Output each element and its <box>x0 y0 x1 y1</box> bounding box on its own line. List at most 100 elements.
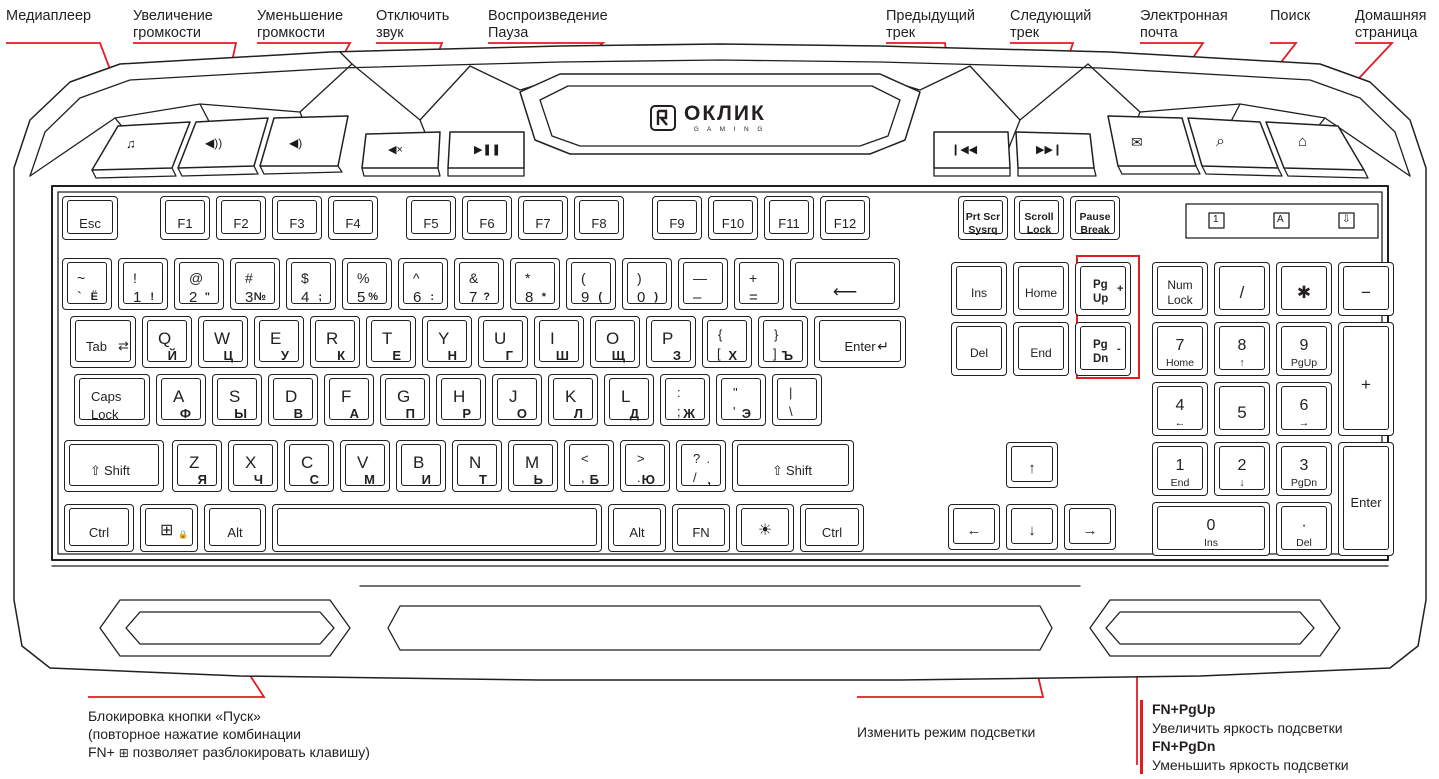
key-punct11[interactable]: | \ <box>772 374 822 426</box>
key-nav-del[interactable]: Del <box>951 322 1007 376</box>
key-o[interactable]: OЩ <box>590 316 640 368</box>
key-l[interactable]: LД <box>604 374 654 426</box>
key-f6[interactable]: F6 <box>462 196 512 240</box>
key-numpad-4[interactable]: 4 ← <box>1152 382 1208 436</box>
key-numpad-8[interactable]: 8 ↑ <box>1214 322 1270 376</box>
key-numpad-num[interactable]: Num Lock <box>1152 262 1208 316</box>
key-m[interactable]: MЬ <box>508 440 558 492</box>
key-shift-left[interactable]: ⇧ Shift <box>64 440 164 492</box>
key-numpad-3[interactable]: 3 PgDn <box>1276 442 1332 496</box>
key-i[interactable]: IШ <box>534 316 584 368</box>
key-arrow-left[interactable]: ← <box>948 504 1000 550</box>
key-s[interactable]: SЫ <box>212 374 262 426</box>
key-shift-right[interactable]: ⇧ Shift <box>732 440 854 492</box>
key-f8[interactable]: F8 <box>574 196 624 240</box>
key-f5[interactable]: F5 <box>406 196 456 240</box>
key-f12[interactable]: F12 <box>820 196 870 240</box>
key-nav-ins[interactable]: Ins <box>951 262 1007 316</box>
key-num-1[interactable]: ! 1! <box>118 258 168 310</box>
key-nav-pgup[interactable]: Pg Up + <box>1075 262 1131 316</box>
key-numpad-np3[interactable]: − <box>1338 262 1394 316</box>
key-arrow-right[interactable]: → <box>1064 504 1116 550</box>
key-numpad-np16[interactable]: · Del <box>1276 502 1332 556</box>
key-k[interactable]: KЛ <box>548 374 598 426</box>
key-ctrl-left[interactable]: Ctrl <box>64 504 134 552</box>
key-num-8[interactable]: * 8 * <box>510 258 560 310</box>
key-num-0[interactable]: ~ ` Ё <box>62 258 112 310</box>
key-f11[interactable]: F11 <box>764 196 814 240</box>
key-f[interactable]: FА <box>324 374 374 426</box>
key-tab[interactable]: Tab ⇄ <box>70 316 136 368</box>
key-numpad-7[interactable]: 7 Home <box>1152 322 1208 376</box>
key-d[interactable]: DВ <box>268 374 318 426</box>
key-arrow-up[interactable]: ↑ <box>1006 442 1058 488</box>
key-q[interactable]: QЙ <box>142 316 192 368</box>
key-f4[interactable]: F4 <box>328 196 378 240</box>
key-u[interactable]: UГ <box>478 316 528 368</box>
key-num-12[interactable]: + = <box>734 258 784 310</box>
key-nav-home[interactable]: Home <box>1013 262 1069 316</box>
key-w[interactable]: WЦ <box>198 316 248 368</box>
key-alt-right[interactable]: Alt <box>608 504 666 552</box>
key-p[interactable]: PЗ <box>646 316 696 368</box>
key-num-6[interactable]: ^ 6: <box>398 258 448 310</box>
key-punct-z9[interactable]: ? /., <box>676 440 726 492</box>
key-scroll[interactable]: Scroll Lock <box>1014 196 1064 240</box>
key-num-5[interactable]: % 5% <box>342 258 392 310</box>
key-ctrl-right[interactable]: Ctrl <box>800 504 864 552</box>
key-numpad-5[interactable]: 5 <box>1214 382 1270 436</box>
key-num-10[interactable]: ) 0) <box>622 258 672 310</box>
key-f9[interactable]: F9 <box>652 196 702 240</box>
key-num-7[interactable]: & 7? <box>454 258 504 310</box>
key-b[interactable]: BИ <box>396 440 446 492</box>
key-punct9[interactable]: :; Ж <box>660 374 710 426</box>
key-win-key[interactable]: ⊞ 🔒 <box>140 504 198 552</box>
key-f7[interactable]: F7 <box>518 196 568 240</box>
key-backlight-key[interactable]: ☀ <box>736 504 794 552</box>
key-esc[interactable]: Esc <box>62 196 118 240</box>
key-x[interactable]: XЧ <box>228 440 278 492</box>
key-f1[interactable]: F1 <box>160 196 210 240</box>
key-bracket11[interactable]: }] Ъ <box>758 316 808 368</box>
key-numpad-0[interactable]: 0 Ins <box>1152 502 1270 556</box>
key-g[interactable]: GП <box>380 374 430 426</box>
key-y[interactable]: YН <box>422 316 472 368</box>
key-r[interactable]: RК <box>310 316 360 368</box>
key-z[interactable]: ZЯ <box>172 440 222 492</box>
key-e[interactable]: EУ <box>254 316 304 368</box>
key-nav-end[interactable]: End <box>1013 322 1069 376</box>
key-arrow-down[interactable]: ↓ <box>1006 504 1058 550</box>
key-numpad-9[interactable]: 9 PgUp <box>1276 322 1332 376</box>
key-num-4[interactable]: $4; <box>286 258 336 310</box>
key-t[interactable]: TЕ <box>366 316 416 368</box>
key-prt-scr[interactable]: Prt Scr Sysrq <box>958 196 1008 240</box>
key-bracket10[interactable]: {[Х <box>702 316 752 368</box>
key-v[interactable]: VМ <box>340 440 390 492</box>
key-a[interactable]: AФ <box>156 374 206 426</box>
key-c[interactable]: CС <box>284 440 334 492</box>
key-pause[interactable]: Pause Break <box>1070 196 1120 240</box>
key-f10[interactable]: F10 <box>708 196 758 240</box>
key-punct-z8[interactable]: >. Ю <box>620 440 670 492</box>
key-f2[interactable]: F2 <box>216 196 266 240</box>
key-alt-left[interactable]: Alt <box>204 504 266 552</box>
key-f3[interactable]: F3 <box>272 196 322 240</box>
key-num-2[interactable]: @2 " <box>174 258 224 310</box>
key-j[interactable]: JО <box>492 374 542 426</box>
key-h[interactable]: HР <box>436 374 486 426</box>
key-fn-key[interactable]: FN <box>672 504 730 552</box>
key-numpad-1[interactable]: 1 End <box>1152 442 1208 496</box>
key-numpad-enter[interactable]: Enter <box>1338 442 1394 556</box>
key-n[interactable]: NТ <box>452 440 502 492</box>
key-numpad-np2[interactable]: ✱ <box>1276 262 1332 316</box>
key-numpad-np7[interactable]: + <box>1338 322 1394 436</box>
key-punct10[interactable]: " ' Э <box>716 374 766 426</box>
key-numpad-6[interactable]: 6 → <box>1276 382 1332 436</box>
key-backspace[interactable]: ⟵ <box>790 258 900 310</box>
key-enter[interactable]: Enter ↵ <box>814 316 906 368</box>
key-caps-lock[interactable]: Caps Lock <box>74 374 150 426</box>
key-numpad-2[interactable]: 2 ↓ <box>1214 442 1270 496</box>
key-space[interactable] <box>272 504 602 552</box>
key-nav-pgdn[interactable]: Pg Dn - <box>1075 322 1131 376</box>
key-num-3[interactable]: #3 № <box>230 258 280 310</box>
